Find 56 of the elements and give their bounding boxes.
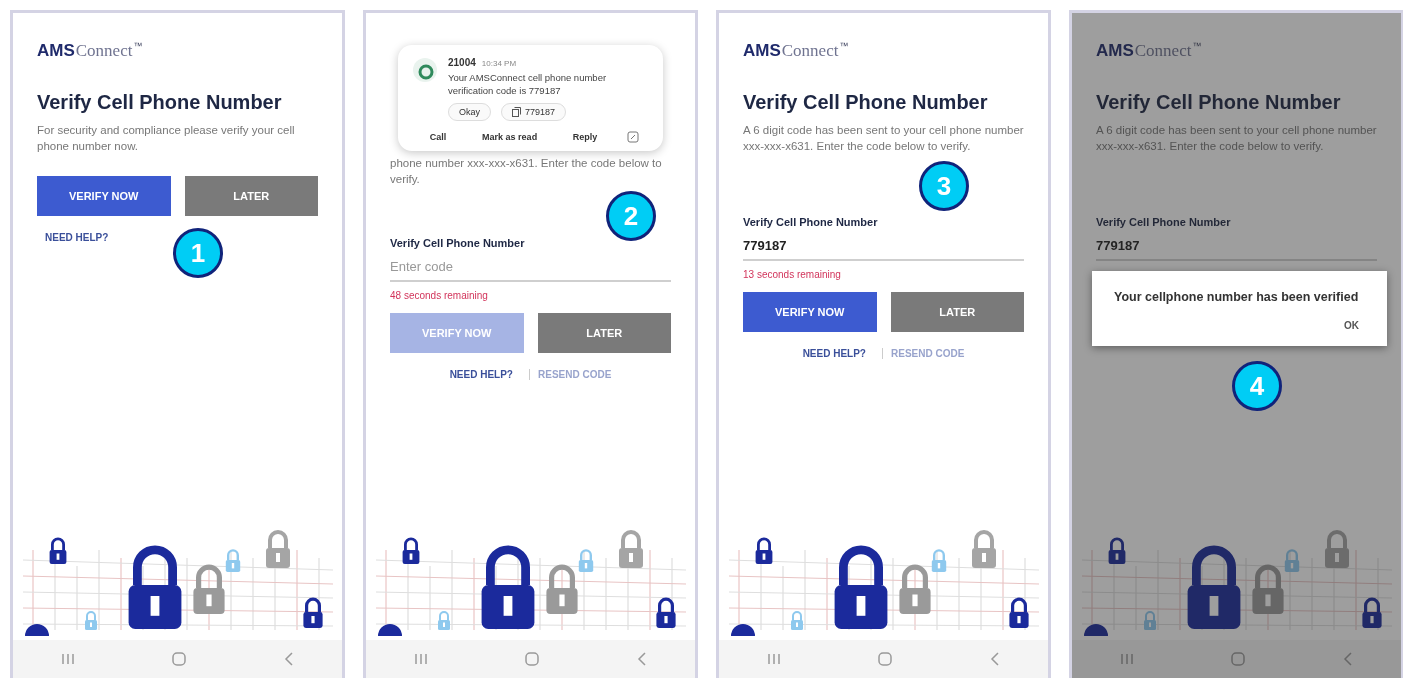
recent-apps-icon xyxy=(61,653,76,665)
instruction-text: phone number xxx-xxx-x631. Enter the code below to verify. xyxy=(390,156,663,187)
later-button[interactable]: LATER xyxy=(184,176,318,216)
instruction-text: For security and compliance please verify your cell phone number now. xyxy=(37,123,296,154)
step-badge: 2 xyxy=(606,191,656,241)
home-icon xyxy=(171,651,188,667)
notification-time: 10:34 PM xyxy=(481,59,517,68)
back-icon xyxy=(636,652,647,666)
field-label: Verify Cell Phone Number xyxy=(743,216,879,228)
copy-icon xyxy=(512,107,521,117)
recent-apps-icon xyxy=(767,653,782,665)
verify-button[interactable]: VERIFY NOW xyxy=(37,176,171,216)
back-icon xyxy=(989,652,1000,666)
instruction-text: A 6 digit code has been sent to your cell phone number xxx-xxx-x631. Enter the code below to verify. xyxy=(1096,123,1377,154)
notification-action[interactable]: Mark as read xyxy=(476,131,544,143)
later-button[interactable]: LATER xyxy=(890,292,1024,332)
field-label: Verify Cell Phone Number xyxy=(1096,216,1232,228)
home-icon xyxy=(1230,651,1247,667)
countdown-text: 48 seconds remaining xyxy=(390,290,489,301)
amsconnect-logo: AMSConnect™ xyxy=(37,41,144,61)
step-badge: 4 xyxy=(1232,361,1282,411)
notification-action[interactable]: Call xyxy=(423,131,453,143)
notification-action[interactable]: Reply xyxy=(566,131,604,143)
message-app-icon xyxy=(412,57,438,83)
field-label: Verify Cell Phone Number xyxy=(390,237,526,249)
amsconnect-logo: AMSConnect™ xyxy=(743,41,850,61)
recent-apps-icon xyxy=(414,653,429,665)
ok-button[interactable]: OK xyxy=(1338,319,1365,332)
back-icon xyxy=(283,652,294,666)
amsconnect-logo: AMSConnect™ xyxy=(1096,41,1203,61)
countdown-text: 13 seconds remaining xyxy=(743,269,842,280)
notification-message: Your AMSConnect cell phone number verification code is 779187 xyxy=(448,71,608,97)
code-input[interactable]: 779187 xyxy=(1096,236,1377,261)
verify-button[interactable]: VERIFY NOW xyxy=(743,292,877,332)
notification-card[interactable]: 21004 10:34 PM Your AMSConnect cell phone number verification code is 779187 Okay 779187 Call Mark as read Reply xyxy=(398,45,663,151)
notification-sender: 21004 xyxy=(448,57,476,68)
instruction-text: A 6 digit code has been sent to your cell phone number xxx-xxx-x631. Enter the code below to verify. xyxy=(743,123,1024,154)
back-icon xyxy=(1342,652,1353,666)
code-input[interactable]: 779187 xyxy=(743,236,1024,261)
page-title: Verify Cell Phone Number xyxy=(743,91,989,114)
dialog-message: Your cellphone number has been verified xyxy=(1114,289,1360,305)
home-icon xyxy=(877,651,894,667)
step-badge: 1 xyxy=(173,228,223,278)
suggestion-chip[interactable]: 779187 xyxy=(501,103,567,121)
text-link[interactable]: NEED HELP? xyxy=(441,369,521,380)
expand-icon[interactable] xyxy=(627,131,640,143)
step-badge: 3 xyxy=(919,161,969,211)
text-link[interactable]: NEED HELP? xyxy=(794,348,874,359)
later-button[interactable]: LATER xyxy=(537,313,671,353)
page-title: Verify Cell Phone Number xyxy=(1096,91,1342,114)
text-link[interactable]: NEED HELP? xyxy=(37,232,117,243)
suggestion-chip[interactable]: Okay xyxy=(448,103,491,121)
page-title: Verify Cell Phone Number xyxy=(37,91,283,114)
code-input[interactable]: Enter code xyxy=(390,257,671,282)
home-icon xyxy=(524,651,541,667)
recent-apps-icon xyxy=(1120,653,1135,665)
